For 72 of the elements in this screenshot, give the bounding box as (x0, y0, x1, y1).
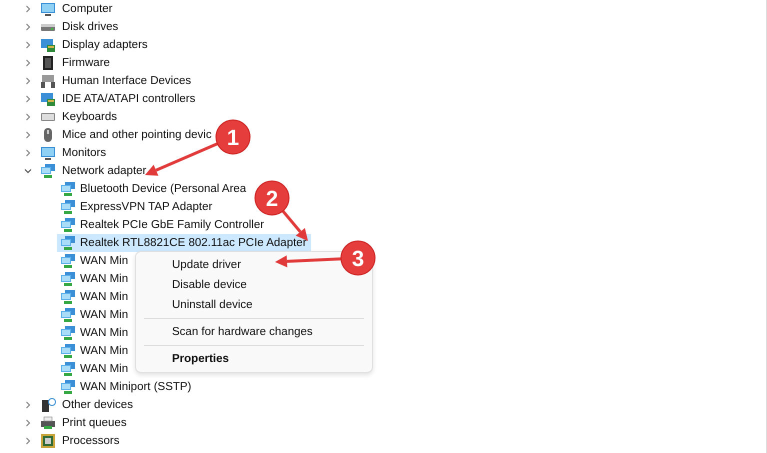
chevron-icon[interactable] (23, 58, 33, 68)
monitor-icon (40, 1, 56, 17)
network-icon (60, 289, 76, 305)
tree-item[interactable]: Human Interface Devices (62, 75, 192, 87)
tree-item[interactable]: Monitors (62, 147, 106, 159)
chevron-icon[interactable] (23, 22, 33, 32)
tree-item[interactable]: Realtek PCIe GbE Family Controller (57, 216, 268, 234)
tree-item[interactable]: Display adapters (62, 39, 148, 51)
network-icon (60, 181, 76, 197)
chevron-icon[interactable] (23, 166, 33, 176)
menu-item[interactable]: Uninstall device (172, 295, 253, 315)
tree-item[interactable]: Keyboards (62, 111, 117, 123)
network-icon (60, 325, 76, 341)
tree-item[interactable]: WAN Min (57, 270, 132, 288)
tree-item[interactable]: Disk drives (62, 21, 118, 33)
tree-item[interactable]: WAN Min (57, 324, 132, 342)
tree-item[interactable]: Print queues (62, 417, 127, 429)
chevron-icon[interactable] (23, 4, 33, 14)
menu-item[interactable]: Properties (172, 349, 229, 369)
display-icon (40, 91, 56, 107)
tree-item[interactable]: WAN Min (57, 288, 132, 306)
chevron-icon[interactable] (23, 130, 33, 140)
network-icon (60, 217, 76, 233)
tree-item[interactable]: Processors (62, 435, 120, 447)
tree-item[interactable]: Computer (62, 3, 112, 15)
network-icon (60, 253, 76, 269)
chevron-icon[interactable] (23, 94, 33, 104)
network-icon (60, 343, 76, 359)
chevron-icon[interactable] (23, 400, 33, 410)
tree-item[interactable]: IDE ATA/ATAPI controllers (62, 93, 196, 105)
tree-item[interactable]: Realtek RTL8821CE 802.11ac PCIe Adapter (57, 234, 311, 252)
tree-item[interactable]: WAN Min (57, 342, 132, 360)
badge-number: 3 (352, 246, 364, 271)
badge-number: 1 (226, 125, 240, 150)
network-icon (60, 379, 76, 395)
chevron-icon[interactable] (23, 112, 33, 122)
chevron-icon[interactable] (23, 148, 33, 158)
network-icon (40, 163, 56, 179)
menu-item[interactable]: Scan for hardware changes (172, 322, 313, 342)
badge-number: 2 (266, 186, 278, 211)
menu-item[interactable]: Update driver (172, 255, 242, 275)
number-badge (254, 180, 290, 216)
tree-item[interactable]: Bluetooth Device (Personal Area (57, 180, 250, 198)
processor-icon (40, 433, 56, 449)
network-icon (60, 199, 76, 215)
number-badge (340, 240, 376, 276)
chevron-icon[interactable] (23, 40, 33, 50)
chevron-icon[interactable] (23, 76, 33, 86)
tree-item[interactable]: Firmware (62, 57, 110, 69)
tree-item[interactable]: ExpressVPN TAP Adapter (57, 198, 216, 216)
annotation-arrow (275, 255, 342, 268)
network-icon (60, 361, 76, 377)
tree-item[interactable]: WAN Min (57, 306, 132, 324)
menu-item[interactable]: Disable device (172, 275, 247, 295)
tree-item[interactable]: WAN Min (57, 360, 132, 378)
network-icon (60, 271, 76, 287)
tree-item[interactable]: Mice and other pointing devic (62, 129, 212, 141)
monitor-icon (40, 145, 56, 161)
chip-icon (40, 55, 56, 71)
number-badge (216, 120, 250, 154)
printer-icon (40, 415, 56, 431)
tree-item[interactable]: WAN Miniport (SSTP) (57, 378, 196, 396)
hid-icon (40, 73, 56, 89)
tree-item[interactable]: WAN Min (57, 252, 132, 270)
network-icon (60, 307, 76, 323)
chevron-icon[interactable] (23, 418, 33, 428)
tree-item[interactable]: Other devices (62, 399, 133, 411)
other-icon (40, 397, 56, 413)
tree-item[interactable]: Network adapter (62, 165, 146, 177)
display-icon (40, 37, 56, 53)
network-icon (60, 235, 76, 251)
chevron-icon[interactable] (23, 436, 33, 446)
